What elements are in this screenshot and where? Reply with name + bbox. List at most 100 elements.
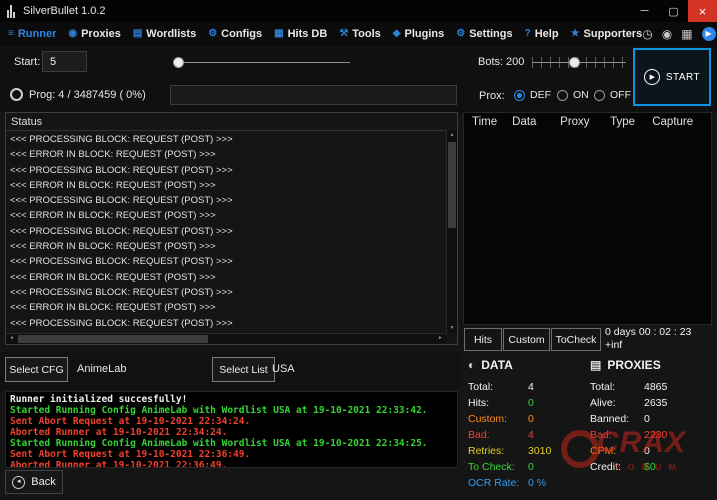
hitsdb-icon: ▦ bbox=[274, 29, 283, 39]
status-log-line: <<< ERROR IN BLOCK: REQUEST (POST) >>> bbox=[10, 147, 445, 162]
status-log-list: <<< PROCESSING BLOCK: REQUEST (POST) >>>… bbox=[6, 131, 445, 332]
status-log-line: <<< PROCESSING BLOCK: REQUEST (POST) >>> bbox=[10, 132, 445, 147]
stat-tocheck: To Check:0 bbox=[468, 459, 551, 475]
start-count-input[interactable]: 5 bbox=[42, 51, 87, 72]
scroll-down-icon[interactable]: ▼ bbox=[447, 325, 457, 331]
nav-tab-supporters[interactable]: ★Supporters bbox=[571, 28, 643, 40]
runner-console: Runner initialized succesfully! Started … bbox=[5, 391, 458, 468]
scroll-right-icon[interactable]: ► bbox=[438, 335, 443, 341]
runner-input-field[interactable] bbox=[170, 85, 457, 105]
selected-wordlist-name: USA bbox=[272, 363, 295, 375]
status-log-line: <<< ERROR IN BLOCK: REQUEST (POST) >>> bbox=[10, 331, 445, 332]
elapsed-timer: 0 days 00 : 02 : 23 +inf bbox=[605, 326, 713, 352]
nav-tab-help[interactable]: ?Help bbox=[525, 28, 559, 40]
vscroll-thumb[interactable] bbox=[448, 142, 456, 228]
prox-option-def[interactable]: DEF bbox=[514, 89, 551, 101]
column-time[interactable]: Time bbox=[472, 116, 512, 128]
hscroll-thumb[interactable] bbox=[18, 335, 208, 343]
back-arrow-icon: ◄ bbox=[12, 476, 25, 489]
status-log-line: <<< ERROR IN BLOCK: REQUEST (POST) >>> bbox=[10, 178, 445, 193]
proxy-stats: ▤ PROXIES Total:4865 Alive:2635 Banned:0… bbox=[590, 358, 667, 475]
horizontal-scrollbar[interactable]: ◄ ► bbox=[6, 333, 446, 344]
nav-tab-hitsdb[interactable]: ▦Hits DB bbox=[274, 28, 327, 40]
console-line: Sent Abort Request at 19-10-2021 22:34:2… bbox=[10, 416, 453, 427]
column-proxy[interactable]: Proxy bbox=[560, 116, 610, 128]
tools-icon: ⚒ bbox=[339, 29, 348, 39]
bots-slider-thumb[interactable] bbox=[569, 57, 580, 68]
proxies-stack-icon: ▤ bbox=[590, 358, 601, 372]
scroll-left-icon[interactable]: ◄ bbox=[9, 335, 14, 341]
stat-custom: Custom:0 bbox=[468, 411, 551, 427]
gamepad-icon[interactable]: ▦ bbox=[681, 28, 692, 40]
data-icon: ◐ bbox=[468, 358, 475, 372]
scroll-up-icon[interactable]: ▲ bbox=[447, 132, 457, 138]
prox-option-on[interactable]: ON bbox=[557, 89, 589, 101]
start-button[interactable]: ▶ START bbox=[633, 48, 711, 106]
select-cfg-button[interactable]: Select CFG bbox=[5, 357, 68, 382]
status-log-line: <<< PROCESSING BLOCK: REQUEST (POST) >>> bbox=[10, 193, 445, 208]
start-label: Start: bbox=[14, 56, 40, 68]
prog-value: 4 / 3487459 ( 0%) bbox=[58, 89, 145, 101]
nav-tab-settings[interactable]: ⚙Settings bbox=[456, 28, 512, 40]
selected-config-name: AnimeLab bbox=[77, 363, 127, 375]
nav-tab-configs[interactable]: ⚙Configs bbox=[208, 28, 262, 40]
nav-items: ≡Runner ◉Proxies ▤Wordlists ⚙Configs ▦Hi… bbox=[8, 28, 642, 40]
timer-value: 0 days 00 : 02 : 23 bbox=[605, 326, 713, 339]
proxy-alive: Alive:2635 bbox=[590, 395, 667, 411]
status-log-line: <<< ERROR IN BLOCK: REQUEST (POST) >>> bbox=[10, 270, 445, 285]
nav-tab-tools[interactable]: ⚒Tools bbox=[339, 28, 380, 40]
nav-tab-wordlists[interactable]: ▤Wordlists bbox=[133, 28, 196, 40]
radio-on[interactable] bbox=[557, 90, 568, 101]
vertical-scrollbar[interactable]: ▲ ▼ bbox=[446, 130, 457, 333]
results-table-header: Time Data Proxy Type Capture bbox=[464, 113, 711, 128]
proxy-cpm: CPM:0 bbox=[590, 443, 667, 459]
screenshot-icon[interactable]: ◉ bbox=[662, 28, 672, 40]
results-table: Time Data Proxy Type Capture bbox=[463, 112, 712, 325]
proxy-credit: Credit:$0 bbox=[590, 459, 667, 475]
column-data[interactable]: Data bbox=[512, 116, 560, 128]
minimize-button[interactable]: ─ bbox=[630, 0, 659, 22]
start-slider[interactable] bbox=[173, 57, 350, 68]
plugins-icon: ◆ bbox=[393, 29, 401, 39]
main-nav: ≡Runner ◉Proxies ▤Wordlists ⚙Configs ▦Hi… bbox=[0, 22, 717, 46]
window-controls: ─ ▢ × bbox=[630, 0, 717, 22]
console-line: Aborted Runner at 19-10-2021 22:36:49. bbox=[10, 460, 453, 468]
status-panel: Status <<< PROCESSING BLOCK: REQUEST (PO… bbox=[5, 112, 458, 345]
column-capture[interactable]: Capture bbox=[652, 116, 711, 128]
cpm-value: +inf bbox=[605, 339, 713, 352]
progress-status-icon bbox=[10, 88, 23, 101]
configs-icon: ⚙ bbox=[208, 29, 217, 39]
bots-value: 200 bbox=[506, 56, 524, 68]
maximize-button[interactable]: ▢ bbox=[659, 0, 688, 22]
runner-icon: ≡ bbox=[8, 29, 14, 39]
nav-tab-proxies[interactable]: ◉Proxies bbox=[68, 28, 120, 40]
status-log-line: <<< PROCESSING BLOCK: REQUEST (POST) >>> bbox=[10, 163, 445, 178]
proxies-icon: ◉ bbox=[68, 29, 77, 39]
tab-hits[interactable]: Hits bbox=[464, 328, 502, 351]
tab-custom[interactable]: Custom bbox=[503, 328, 550, 351]
nav-tab-runner[interactable]: ≡Runner bbox=[8, 28, 56, 40]
stat-retries: Retries:3010 bbox=[468, 443, 551, 459]
radio-off[interactable] bbox=[594, 90, 605, 101]
console-line: Sent Abort Request at 19-10-2021 22:36:4… bbox=[10, 449, 453, 460]
play-icon: ▶ bbox=[644, 69, 660, 85]
wordlists-icon: ▤ bbox=[133, 29, 142, 39]
nav-tab-plugins[interactable]: ◆Plugins bbox=[393, 28, 444, 40]
progress-readout: Prog: 4 / 3487459 ( 0%) bbox=[29, 89, 146, 101]
proxy-banned: Banned:0 bbox=[590, 411, 667, 427]
bots-slider[interactable] bbox=[532, 57, 626, 68]
status-log-line: <<< PROCESSING BLOCK: REQUEST (POST) >>> bbox=[10, 285, 445, 300]
prog-label: Prog: bbox=[29, 89, 55, 101]
back-button[interactable]: ◄ Back bbox=[5, 470, 63, 494]
column-type[interactable]: Type bbox=[610, 116, 652, 128]
tab-tocheck[interactable]: ToCheck bbox=[551, 328, 601, 351]
select-list-button[interactable]: Select List bbox=[212, 357, 275, 382]
start-slider-thumb[interactable] bbox=[173, 57, 184, 68]
radio-def[interactable] bbox=[514, 90, 525, 101]
history-icon[interactable]: ◷ bbox=[642, 28, 652, 40]
close-button[interactable]: × bbox=[688, 0, 717, 22]
silverbullet-window: SilverBullet 1.0.2 ─ ▢ × ≡Runner ◉Proxie… bbox=[0, 0, 717, 500]
status-log-line: <<< ERROR IN BLOCK: REQUEST (POST) >>> bbox=[10, 208, 445, 223]
telegram-icon[interactable]: ▶ bbox=[702, 27, 716, 41]
prox-option-off[interactable]: OFF bbox=[594, 89, 631, 101]
